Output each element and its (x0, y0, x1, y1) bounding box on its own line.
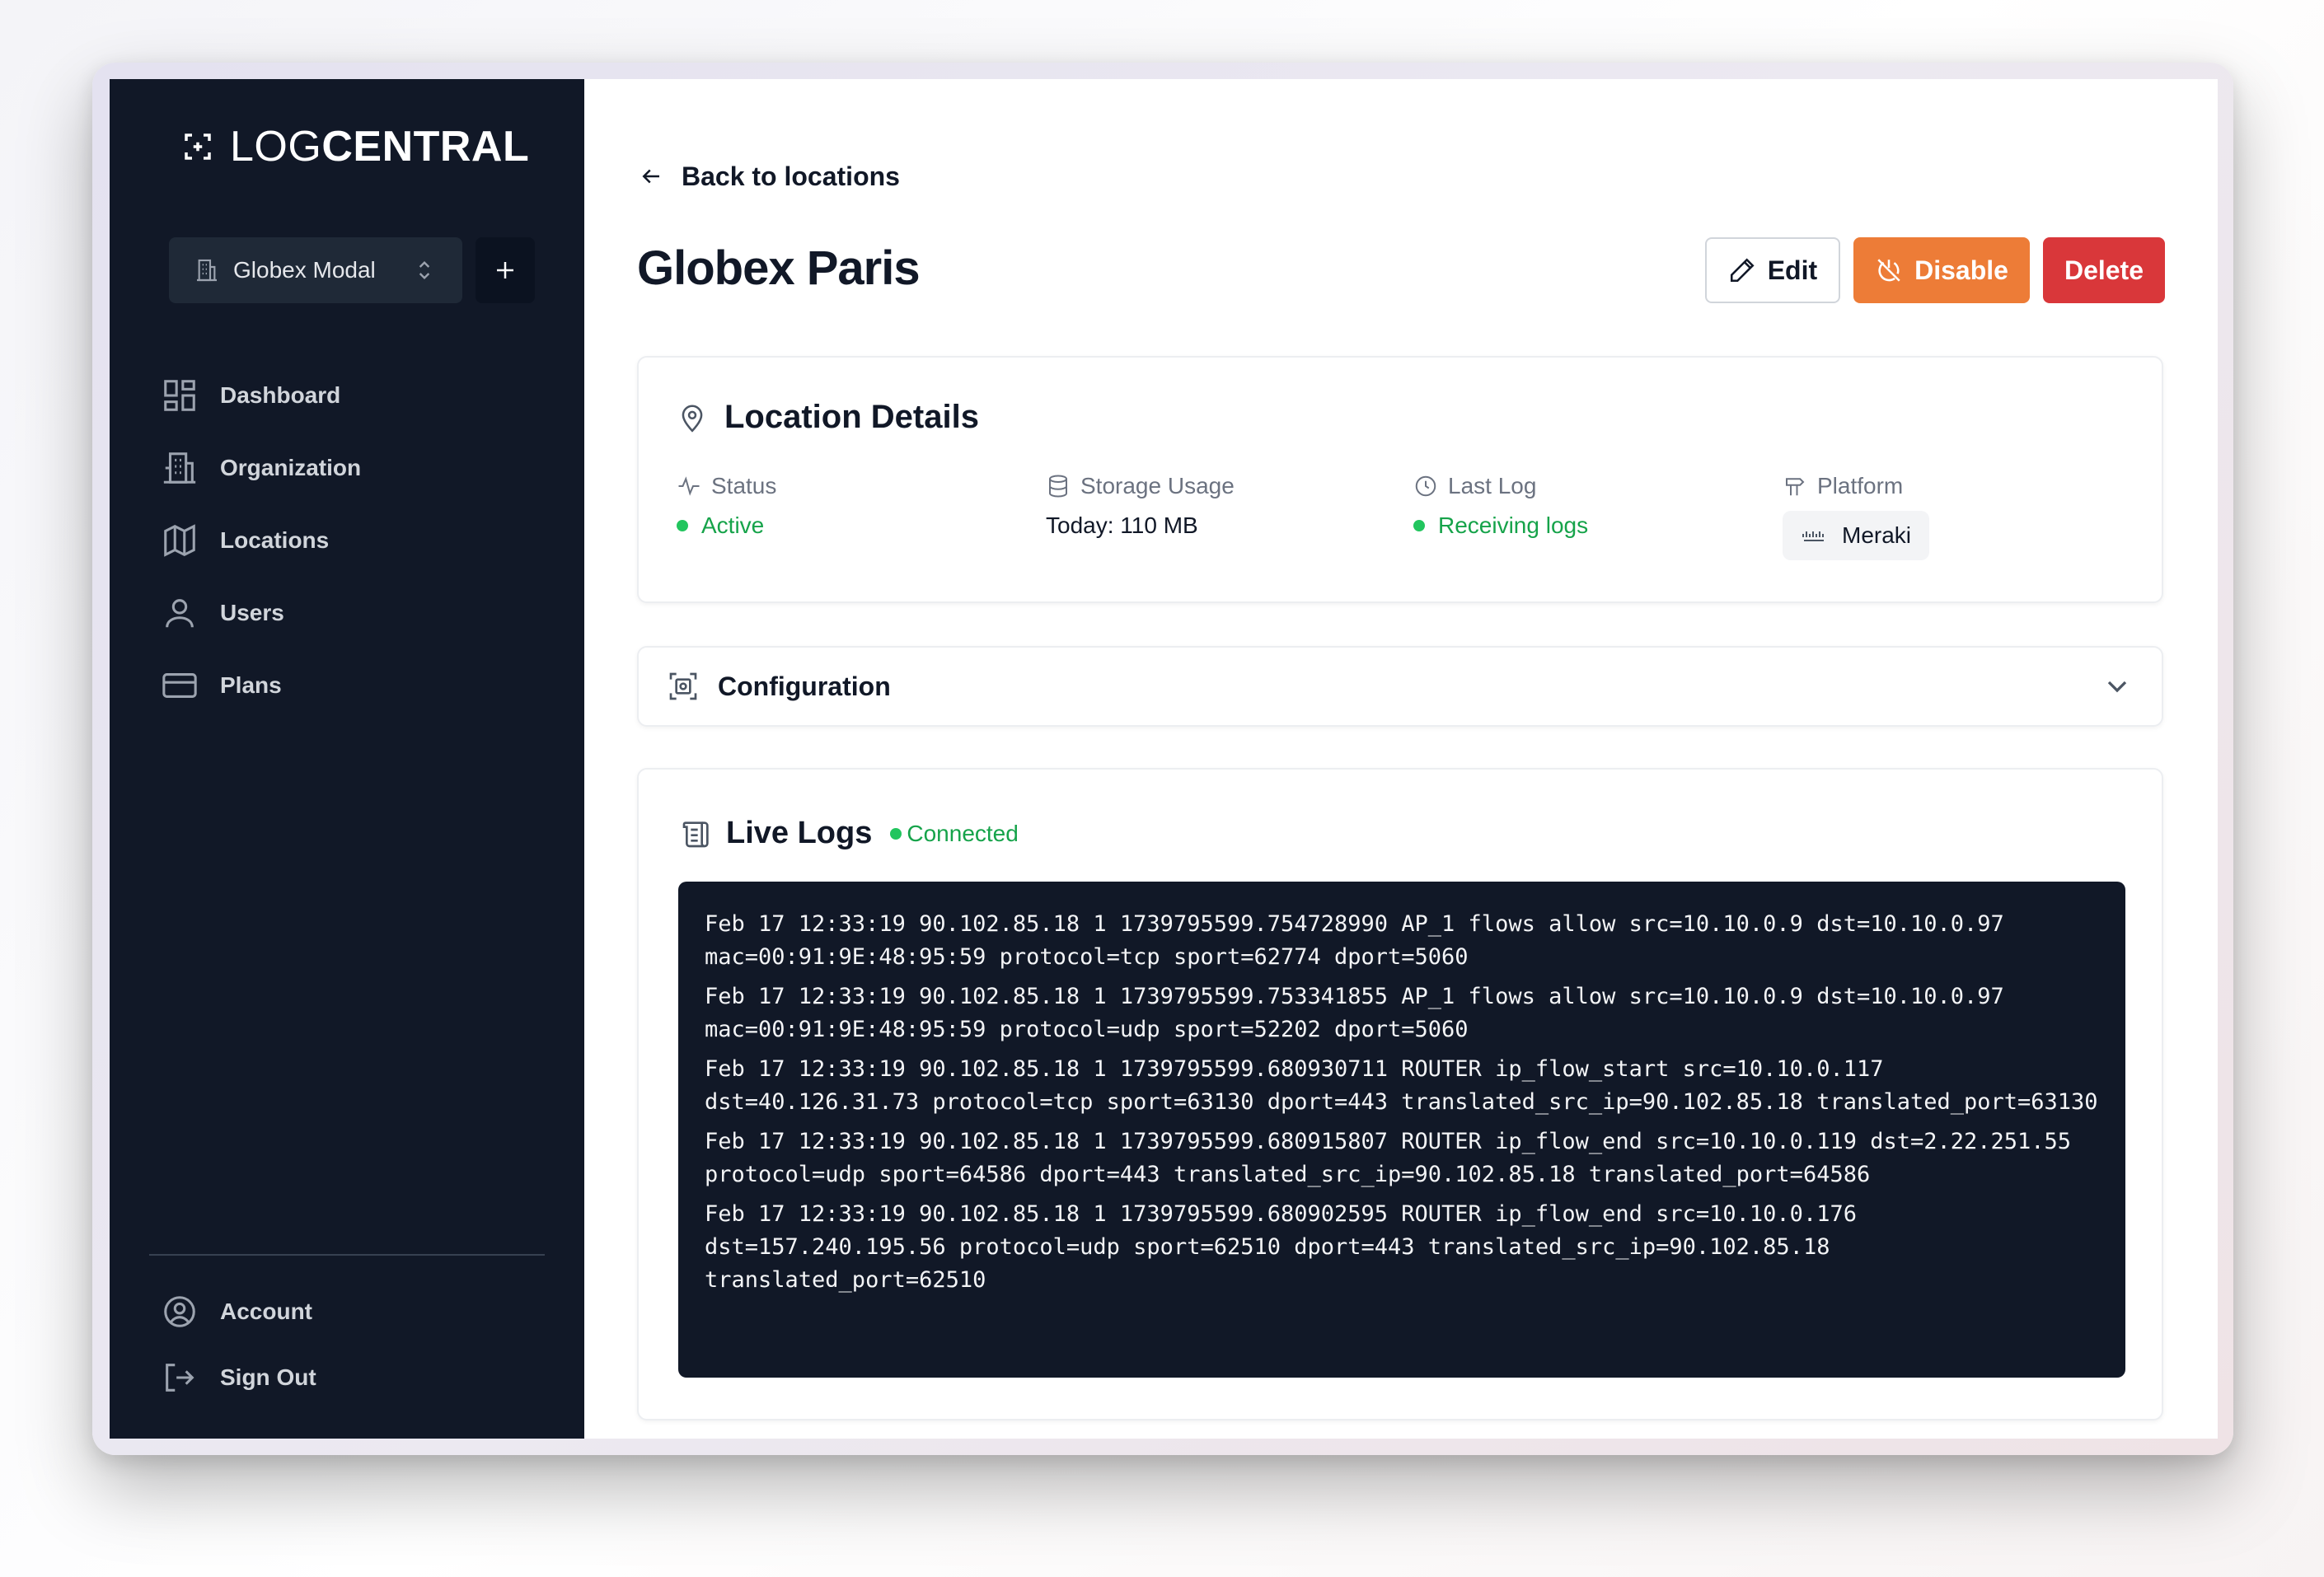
sidebar-bottom-nav: Account Sign Out (161, 1279, 532, 1411)
arrow-left-icon (642, 169, 659, 184)
log-terminal[interactable]: Feb 17 12:33:19 90.102.85.18 1 173979559… (678, 882, 2125, 1378)
edit-label: Edit (1767, 255, 1818, 285)
disable-button[interactable]: Disable (1853, 237, 2030, 303)
chevron-down-icon[interactable] (2101, 670, 2134, 703)
status-label-row: Status (677, 470, 776, 503)
signpost-icon (1786, 478, 1805, 496)
platform-label: Platform (1817, 473, 1904, 498)
platform-value: Meraki (1842, 522, 1912, 548)
last-log-dot (1413, 520, 1425, 531)
status-field: Status Active (677, 470, 776, 539)
organization-select[interactable]: Globex Modal (169, 237, 462, 303)
live-logs-card: Live Logs Connected Feb 17 12:33:19 90.1… (637, 768, 2163, 1420)
sidebar-item-label: Users (220, 600, 284, 625)
last-log-label: Last Log (1448, 473, 1537, 498)
page-title: Globex Paris (637, 241, 921, 295)
credit-card-icon (162, 673, 197, 698)
building-icon (197, 259, 217, 282)
platform-field: Platform Meraki (1783, 470, 1930, 560)
settings-scan-icon (669, 672, 697, 700)
sidebar-item-users[interactable]: Users (161, 577, 532, 649)
last-log-value-row: Receiving logs (1413, 512, 1588, 539)
status-dot (677, 520, 688, 531)
delete-label: Delete (2064, 255, 2144, 285)
app-window: LOGCENTRAL Globex Modal Dashboard Organi… (110, 79, 2218, 1439)
page-actions: Edit Disable Delete (1704, 237, 2165, 303)
storage-value: Today: 110 MB (1046, 512, 1198, 538)
database-icon (1049, 475, 1067, 498)
location-details-card: Location Details Status Active Storage U… (637, 356, 2163, 603)
last-log-field: Last Log Receiving logs (1413, 470, 1588, 539)
disable-label: Disable (1914, 255, 2008, 285)
location-details-header: Location Details (677, 399, 979, 436)
sidebar-item-label: Organization (220, 455, 362, 480)
status-value-row: Active (677, 512, 776, 539)
cisco-logo-icon (1802, 531, 1824, 541)
log-line: Feb 17 12:33:19 90.102.85.18 1 173979559… (705, 1056, 2098, 1115)
sidebar-item-label: Dashboard (220, 382, 341, 408)
user-icon (166, 599, 194, 628)
log-line: Feb 17 12:33:19 90.102.85.18 1 173979559… (705, 984, 2018, 1042)
log-line: Feb 17 12:33:19 90.102.85.18 1 173979559… (705, 1201, 1871, 1293)
storage-label: Storage Usage (1080, 473, 1235, 498)
sidebar-item-organization[interactable]: Organization (161, 432, 532, 504)
logo-text: LOGCENTRAL (230, 123, 530, 171)
storage-usage-field: Storage Usage Today: 110 MB (1046, 470, 1235, 539)
edit-button[interactable]: Edit (1704, 237, 1841, 303)
status-label: Status (711, 473, 777, 498)
sidebar-item-label: Account (220, 1299, 312, 1324)
location-details-title: Location Details (724, 399, 979, 435)
activity-icon (678, 476, 700, 496)
storage-value-row: Today: 110 MB (1046, 512, 1235, 539)
sidebar-divider (149, 1254, 545, 1256)
status-value: Active (701, 512, 765, 538)
pencil-icon (1730, 258, 1755, 283)
platform-chip: Meraki (1783, 511, 1930, 560)
connection-status: Connected (890, 820, 1019, 847)
connection-dot (890, 827, 902, 840)
configuration-accordion[interactable]: Configuration (637, 646, 2163, 727)
sidebar-item-label: Plans (220, 672, 282, 698)
sign-out-icon (166, 1364, 194, 1392)
configuration-title: Configuration (718, 671, 891, 701)
sidebar-item-locations[interactable]: Locations (161, 504, 532, 577)
sidebar-item-sign-out[interactable]: Sign Out (161, 1345, 532, 1411)
sidebar-item-dashboard[interactable]: Dashboard (161, 359, 532, 432)
logo-icon (185, 133, 211, 160)
log-line: Feb 17 12:33:19 90.102.85.18 1 173979559… (705, 911, 2018, 970)
back-to-locations-link[interactable]: Back to locations (639, 155, 900, 198)
storage-label-row: Storage Usage (1046, 470, 1235, 503)
organization-name: Globex Modal (233, 257, 376, 283)
dashboard-icon (164, 380, 195, 411)
live-logs-header: Live Logs Connected (680, 816, 1019, 851)
user-circle-icon (164, 1296, 195, 1327)
sidebar-item-label: Sign Out (220, 1364, 316, 1390)
back-label: Back to locations (682, 161, 900, 191)
sidebar: LOGCENTRAL Globex Modal Dashboard Organi… (110, 79, 584, 1439)
plus-icon (497, 262, 513, 278)
last-log-label-row: Last Log (1413, 470, 1588, 503)
main-content: Back to locations Globex Paris Edit Disa… (584, 79, 2218, 1439)
delete-button[interactable]: Delete (2042, 237, 2165, 303)
sidebar-nav: Dashboard Organization Locations Users P… (161, 359, 532, 722)
scroll-icon (682, 821, 709, 847)
clock-icon (1415, 475, 1436, 497)
connection-label: Connected (907, 820, 1019, 846)
sidebar-item-account[interactable]: Account (161, 1279, 532, 1345)
logo[interactable]: LOGCENTRAL (180, 107, 529, 186)
building-icon (163, 452, 196, 484)
live-logs-title: Live Logs (726, 816, 873, 850)
sidebar-item-plans[interactable]: Plans (161, 649, 532, 722)
map-icon (164, 524, 195, 557)
log-line: Feb 17 12:33:19 90.102.85.18 1 173979559… (705, 1129, 2085, 1187)
chevron-up-down-icon (419, 260, 430, 280)
last-log-value: Receiving logs (1438, 512, 1589, 538)
platform-label-row: Platform (1783, 470, 1929, 503)
sidebar-item-label: Locations (220, 527, 330, 553)
power-off-icon (1877, 259, 1900, 282)
add-organization-button[interactable] (476, 237, 535, 303)
map-pin-icon (682, 405, 703, 433)
